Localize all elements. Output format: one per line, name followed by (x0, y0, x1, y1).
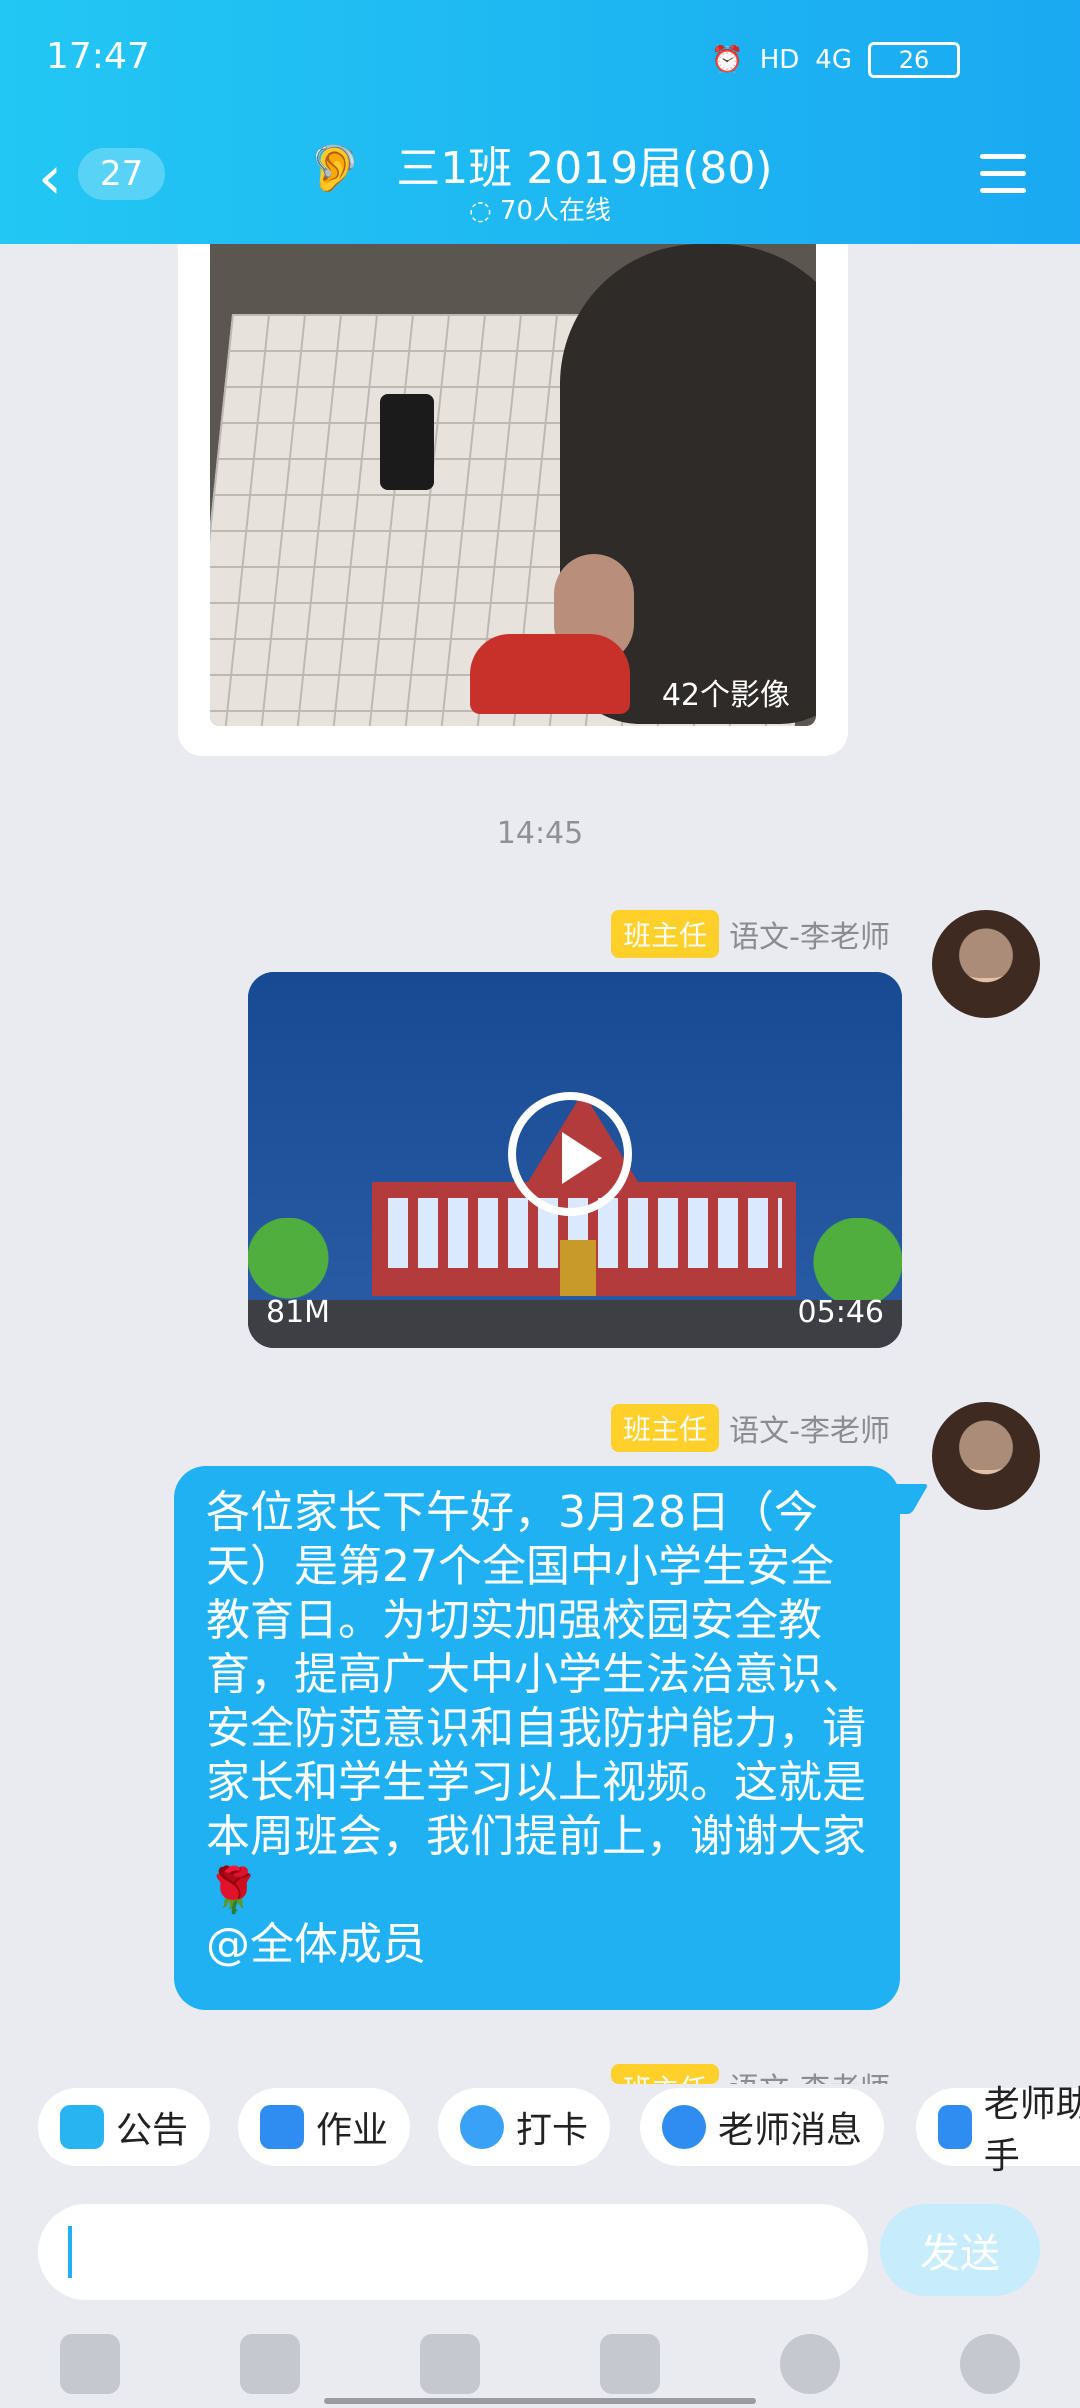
megaphone-icon (60, 2105, 104, 2149)
photo-album-card[interactable]: 42个影像 (178, 244, 848, 756)
chat-header: 17:47 ⏰ HD 4G 26 ‹ 27 🦻 三1班 2019届(80) ◌ … (0, 0, 1080, 244)
message-text: 各位家长下午好，3月28日（今天）是第27个全国中小学生安全教育日。为切实加强校… (206, 1487, 866, 1970)
sender-name: 语文-李老师 (729, 2064, 890, 2084)
album-photo[interactable]: 42个影像 (210, 244, 816, 726)
sender-name: 语文-李老师 (729, 920, 890, 955)
online-count: ◌ 70人在线 (468, 196, 612, 226)
quick-action-chips: 公告 作业 打卡 老师消息 老师助手 (0, 2084, 1080, 2177)
video-message[interactable]: 81M 05:46 (248, 972, 902, 1348)
magnet-icon (938, 2105, 972, 2149)
sender-avatar[interactable] (932, 1402, 1040, 1510)
hd-indicator: HD (759, 45, 800, 75)
checkmark-icon (460, 2105, 504, 2149)
time-divider: 14:45 (496, 816, 584, 851)
message-input[interactable] (38, 2204, 868, 2300)
bottom-toolbar (0, 2320, 1080, 2408)
chip-announcement[interactable]: 公告 (38, 2088, 211, 2166)
home-indicator[interactable] (324, 2398, 756, 2404)
emoji-icon[interactable] (780, 2334, 840, 2394)
chip-homework[interactable]: 作业 (238, 2088, 411, 2166)
menu-icon[interactable] (980, 154, 1026, 193)
chat-title: 🦻 三1班 2019届(80) (307, 143, 773, 194)
role-badge: 班主任 (611, 910, 720, 958)
role-badge: 班主任 (611, 2064, 720, 2084)
message-meta-3: 班主任 语文-李老师 (611, 2064, 890, 2084)
chip-checkin[interactable]: 打卡 (438, 2088, 611, 2166)
camera-icon[interactable] (420, 2334, 480, 2394)
text-caret (68, 2226, 72, 2278)
plus-icon[interactable] (960, 2334, 1020, 2394)
role-badge: 班主任 (611, 1404, 720, 1452)
online-icon: ◌ (468, 196, 500, 226)
chip-teacher-messages[interactable]: 老师消息 (640, 2088, 885, 2166)
red-scarf (470, 634, 630, 714)
sender-avatar[interactable] (932, 910, 1040, 1018)
alarm-icon: ⏰ (711, 45, 744, 75)
text-message[interactable]: 各位家长下午好，3月28日（今天）是第27个全国中小学生安全教育日。为切实加强校… (174, 1466, 929, 2010)
image-icon[interactable] (240, 2334, 300, 2394)
network-indicator: 4G (815, 45, 852, 75)
ear-icon: 🦻 (307, 143, 363, 194)
photo-count: 42个影像 (661, 678, 790, 713)
teacher-icon (662, 2105, 706, 2149)
status-icons: ⏰ HD 4G 26 (711, 42, 960, 78)
play-icon[interactable] (508, 1092, 632, 1216)
folder-icon[interactable] (600, 2334, 660, 2394)
sender-name: 语文-李老师 (729, 1414, 890, 1449)
document-icon (260, 2105, 304, 2149)
send-button[interactable]: 发送 (880, 2204, 1040, 2296)
video-size: 81M (266, 1295, 331, 1330)
video-duration: 05:46 (797, 1295, 884, 1330)
chip-teacher-assistant[interactable]: 老师助手 (916, 2084, 1080, 2177)
status-time: 17:47 (46, 36, 150, 77)
message-meta-1: 班主任 语文-李老师 (611, 910, 890, 958)
message-meta-2: 班主任 语文-李老师 (611, 1404, 890, 1452)
mic-icon[interactable] (60, 2334, 120, 2394)
battery-icon: 26 (868, 42, 960, 78)
phone-in-photo (380, 394, 434, 490)
